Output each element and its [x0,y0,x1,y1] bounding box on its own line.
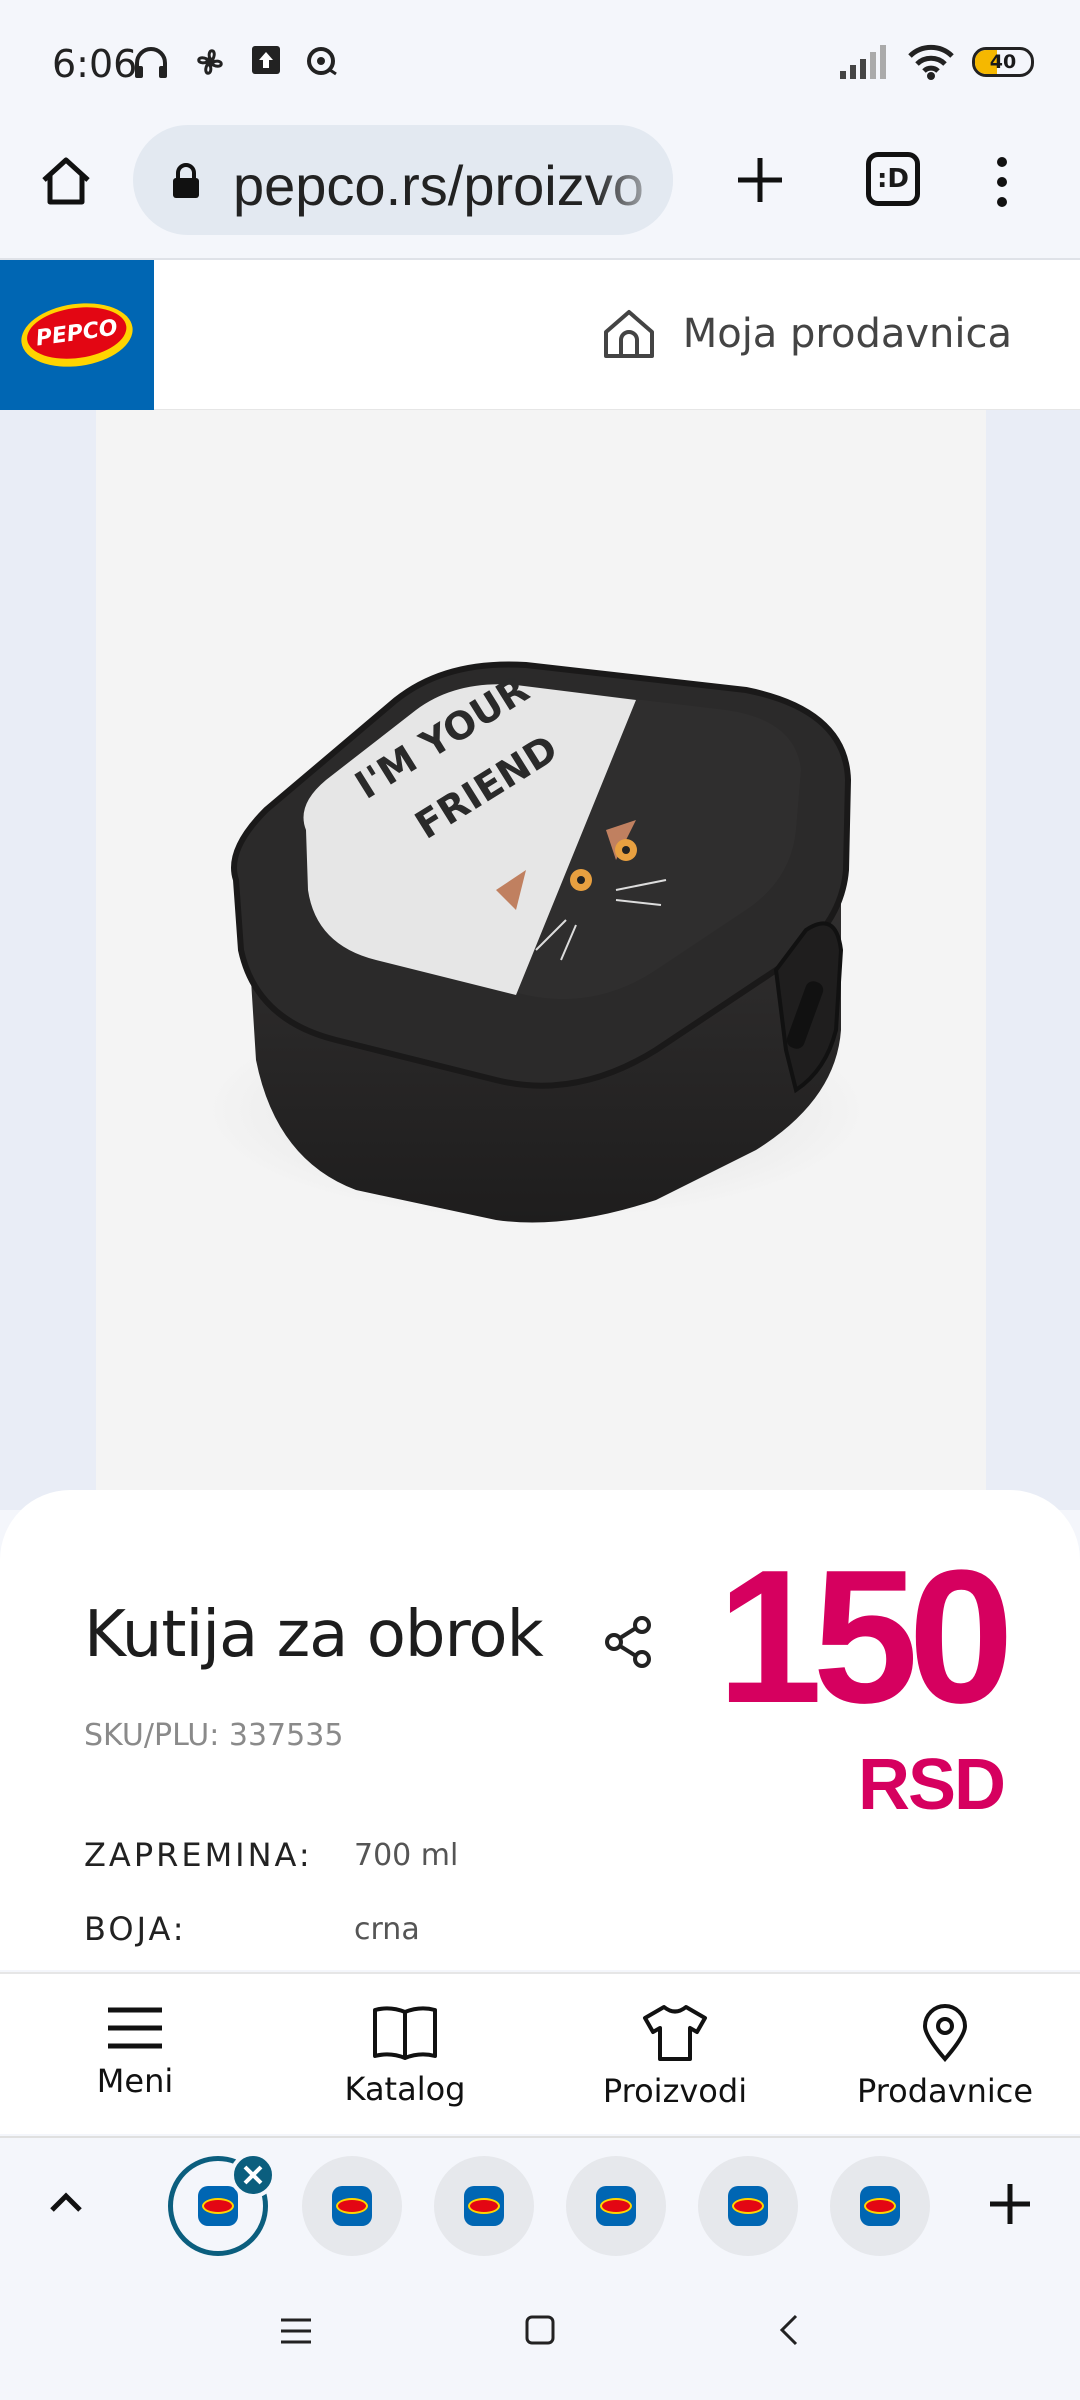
nav-item-prodavnice[interactable]: Prodavnice [810,1974,1080,2134]
back-icon[interactable] [776,2312,802,2348]
nav-label-katalog: Katalog [344,2070,466,2108]
recent-apps-icon[interactable] [278,2316,314,2346]
tab-favicon [464,2186,504,2226]
status-icons-right: 40 [840,44,1034,80]
address-bar[interactable]: pepco.rs/proizvo [133,125,673,235]
tab-favicon [860,2186,900,2226]
add-tab-icon[interactable] [984,2178,1036,2230]
product-image-area: I'M YOUR FRIEND [0,410,1080,1510]
browser-toolbar: pepco.rs/proizvo :D [0,120,1080,260]
status-bar: 6:06 40 [0,0,1080,120]
price-value: 150 [716,1531,1014,1743]
site-header: PEPCO Moja prodavnica [0,260,1080,410]
attribute-value-volume: 700 ml [354,1838,459,1873]
bottom-navigation: Meni Katalog Proizvodi Prodavnice [0,1972,1080,2134]
nav-label-meni: Meni [96,2062,174,2100]
tab-thumbnail[interactable] [302,2156,402,2256]
tab-favicon [198,2186,238,2226]
store-label: Moja prodavnica [682,311,1012,357]
product-image[interactable]: I'M YOUR FRIEND [96,410,986,1510]
tab-thumbnail[interactable] [830,2156,930,2256]
pepco-logo[interactable]: PEPCO [0,260,154,410]
logo-text: PEPCO [23,301,130,365]
book-icon [373,2006,437,2060]
tab-thumbnail[interactable] [566,2156,666,2256]
lunch-box-image: I'M YOUR FRIEND [206,661,866,1223]
tshirt-icon [643,2005,707,2061]
nav-item-proizvodi[interactable]: Proizvodi [540,1974,810,2134]
close-tab-icon[interactable] [230,2152,276,2198]
more-options-icon[interactable] [990,152,1014,212]
tab-favicon [596,2186,636,2226]
menu-icon [108,2007,162,2049]
wifi-icon [908,44,954,80]
battery-icon: 40 [972,47,1034,77]
sku-text: SKU/PLU: 337535 [84,1718,344,1753]
my-store-link[interactable]: Moja prodavnica [601,306,1012,362]
share-icon[interactable] [604,1616,652,1668]
nav-label-prodavnice: Prodavnice [856,2072,1034,2110]
product-title: Kutija za obrok [84,1598,544,1672]
attribute-value-color: crna [354,1912,420,1947]
store-home-icon [603,310,654,358]
status-icons-left [132,44,338,82]
tab-thumbnail[interactable] [698,2156,798,2256]
browser-tab-strip [0,2136,1080,2268]
home-button-icon[interactable] [524,2314,556,2346]
url-fade [593,125,673,235]
upload-icon [252,46,280,74]
tab-thumbnail[interactable] [434,2156,534,2256]
nav-item-meni[interactable]: Meni [0,1974,270,2134]
record-icon [307,47,337,76]
attribute-label-color: BOJA: [84,1910,187,1948]
attribute-label-volume: ZAPREMINA: [84,1836,313,1874]
location-pin-icon [922,2004,968,2062]
battery-text: 40 [989,51,1017,73]
tab-favicon [332,2186,372,2226]
signal-icon [840,45,886,79]
new-tab-icon[interactable] [730,150,790,210]
lock-icon [173,163,199,198]
product-info-card: Kutija za obrok 150 RSD SKU/PLU: 337535 … [0,1490,1080,1970]
tab-favicon [728,2186,768,2226]
logo-ellipse: PEPCO [17,296,137,374]
home-icon[interactable] [36,150,96,210]
status-time: 6:06 [52,42,138,86]
nav-item-katalog[interactable]: Katalog [270,1974,540,2134]
price-currency: RSD [857,1745,1006,1825]
tab-switcher-button[interactable]: :D [866,152,920,206]
fan-icon [197,49,223,75]
headphones-icon [135,47,167,78]
chevron-up-icon[interactable] [44,2180,88,2224]
nav-label-proizvodi: Proizvodi [602,2072,748,2110]
url-text: pepco.rs/proizvo [233,154,644,217]
system-navigation-bar [0,2268,1080,2400]
